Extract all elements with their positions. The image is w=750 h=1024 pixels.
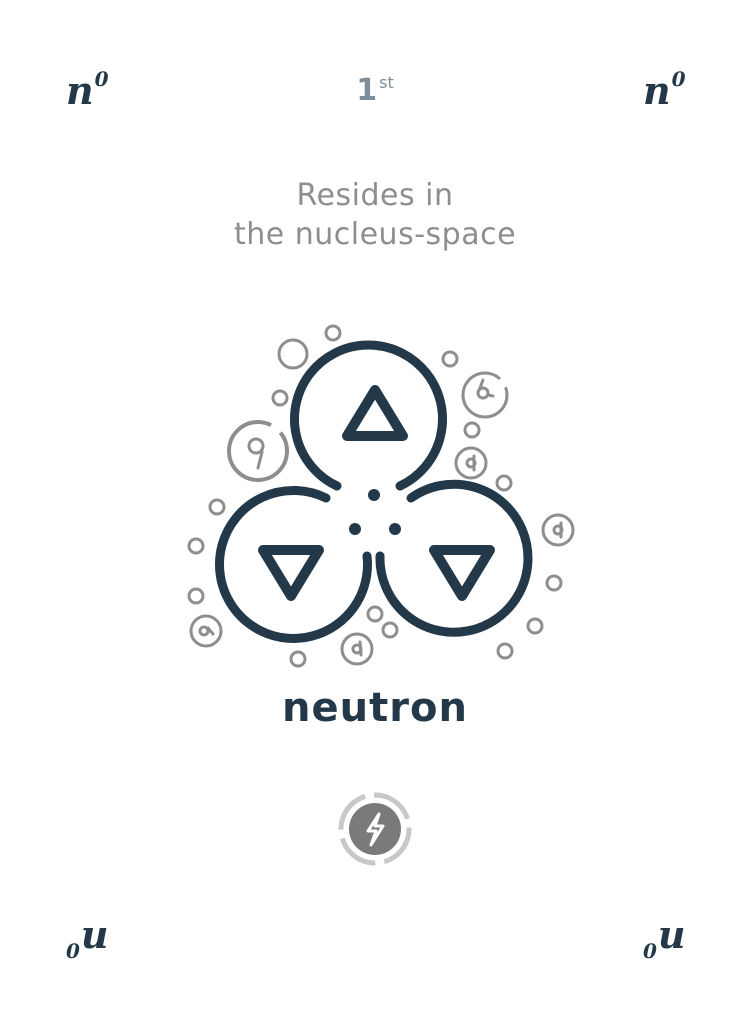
description-line-2: the nucleus-space	[233, 217, 517, 252]
rank-suffix: st	[379, 73, 394, 92]
symbol-subscript: 0	[66, 939, 80, 963]
particle-name: neutron	[282, 685, 468, 731]
up-triangle-icon	[342, 385, 408, 441]
particle-description: Resides in the nucleus-space	[0, 176, 750, 254]
power-disc	[349, 803, 401, 855]
rank-number: 1	[356, 73, 378, 108]
description-line-1: Resides in	[296, 178, 454, 213]
down-triangle-icon-right	[429, 545, 495, 601]
down-triangle-icon-left	[258, 545, 324, 601]
quark-circle-top	[290, 340, 447, 491]
rank-label: 1st	[0, 73, 750, 108]
quark-circle-left	[214, 485, 372, 643]
symbol-letter: u	[80, 912, 109, 957]
quark-circle-right	[375, 479, 533, 637]
symbol-subscript: 0	[643, 939, 657, 963]
neutron-emblem-icon	[187, 324, 575, 668]
power-button[interactable]	[336, 790, 414, 868]
gluon-bubbles-icon	[187, 324, 575, 668]
corner-symbol-bottom-right: 0u	[643, 916, 686, 962]
symbol-letter: u	[657, 912, 686, 957]
corner-symbol-bottom-left: 0u	[66, 916, 109, 962]
